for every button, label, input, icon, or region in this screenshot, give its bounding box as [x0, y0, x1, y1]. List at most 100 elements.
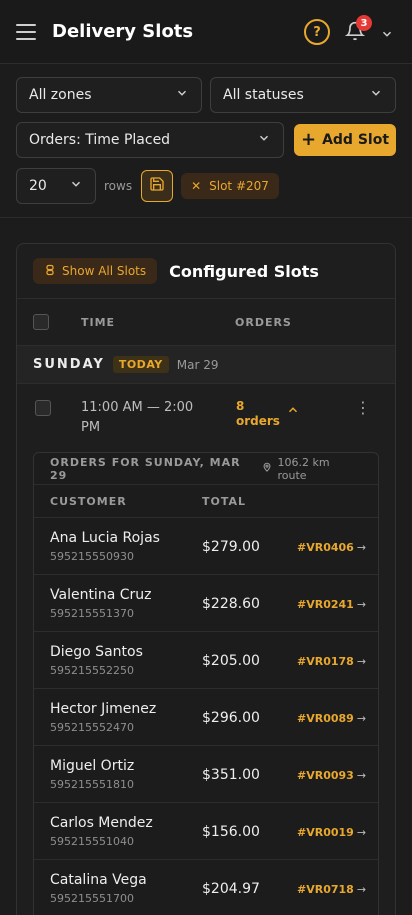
customer-phone: 595215551370: [50, 607, 134, 620]
rows-label: rows: [104, 179, 133, 193]
order-total: $296.00: [202, 710, 260, 726]
add-slot-button[interactable]: + Add Slot: [294, 124, 396, 156]
order-total: $228.60: [202, 596, 260, 612]
orders-panel: ORDERS FOR SUNDAY, MAR 29 106.2 km route…: [33, 452, 379, 915]
customer-name: Carlos Mendez: [50, 815, 153, 831]
order-link[interactable]: #VR0406 →: [297, 541, 366, 554]
orders-table-header: CUSTOMER TOTAL: [34, 485, 378, 518]
slot-filter-chip-label: Slot #207: [209, 179, 269, 193]
order-total: $205.00: [202, 653, 260, 669]
table-row: Carlos Mendez 595215551040 $156.00 #VR00…: [34, 803, 378, 860]
order-link[interactable]: #VR0089 →: [297, 712, 366, 725]
today-badge: TODAY: [112, 356, 169, 373]
day-group-header: SUNDAY TODAY Mar 29: [17, 346, 395, 384]
table-row: Ana Lucia Rojas 595215550930 $279.00 #VR…: [34, 518, 378, 575]
arrow-right-icon: →: [356, 655, 367, 668]
customer-phone: 595215551040: [50, 835, 134, 848]
arrow-right-icon: →: [356, 598, 367, 611]
arrow-right-icon: →: [356, 826, 367, 839]
order-id: #VR0178: [297, 655, 354, 668]
configured-slots-card: Show All Slots Configured Slots TIME ORD…: [16, 243, 396, 915]
slot-time: 11:00 AM — 2:00 PM: [81, 400, 194, 435]
order-link[interactable]: #VR0178 →: [297, 655, 366, 668]
notifications-button[interactable]: 3: [345, 15, 372, 43]
day-name: SUNDAY: [33, 357, 105, 372]
order-id: #VR0089: [297, 712, 354, 725]
zone-select-value: All zones: [29, 87, 92, 103]
order-id: #VR0718: [297, 883, 354, 896]
slot-filter-chip[interactable]: ✕ Slot #207: [181, 173, 279, 199]
customer-name: Valentina Cruz: [50, 587, 152, 603]
order-total: $156.00: [202, 824, 260, 840]
chevron-up-icon[interactable]: [286, 402, 300, 421]
save-icon: [149, 176, 165, 196]
page-title: Delivery Slots: [52, 21, 194, 42]
order-link[interactable]: #VR0093 →: [297, 769, 366, 782]
help-icon[interactable]: ?: [304, 19, 330, 45]
more-vertical-icon[interactable]: ⋮: [355, 398, 371, 417]
column-total: TOTAL: [202, 494, 247, 508]
customer-name: Catalina Vega: [50, 872, 147, 888]
order-id: #VR0019: [297, 826, 354, 839]
customer-name: Hector Jimenez: [50, 701, 157, 717]
customer-phone: 595215552250: [50, 664, 134, 677]
card-title: Configured Slots: [169, 261, 319, 281]
order-total: $204.97: [202, 881, 260, 897]
chevron-down-icon: [69, 177, 83, 195]
table-row: Catalina Vega 595215551700 $204.97 #VR07…: [34, 860, 378, 915]
zone-select[interactable]: All zones: [16, 77, 202, 113]
chevron-down-icon: [175, 86, 189, 104]
save-button[interactable]: [141, 170, 174, 202]
order-link[interactable]: #VR0019 →: [297, 826, 366, 839]
order-id: #VR0241: [297, 598, 354, 611]
customer-phone: 595215550930: [50, 550, 134, 563]
status-select[interactable]: All statuses: [210, 77, 396, 113]
customer-name: Diego Santos: [50, 644, 143, 660]
chevron-down-icon[interactable]: [380, 26, 394, 45]
chevron-down-icon: [257, 131, 271, 149]
add-slot-label: Add Slot: [322, 132, 390, 148]
day-date: Mar 29: [176, 357, 219, 372]
sort-select-value: Orders: Time Placed: [29, 132, 171, 148]
customer-phone: 595215552470: [50, 721, 134, 734]
order-id: #VR0093: [297, 769, 354, 782]
order-link[interactable]: #VR0241 →: [297, 598, 366, 611]
route-distance-label: 106.2 km route: [277, 455, 330, 482]
customer-phone: 595215551810: [50, 778, 134, 791]
order-total: $279.00: [202, 539, 260, 555]
customer-name: Ana Lucia Rojas: [50, 530, 160, 546]
show-all-slots-button[interactable]: Show All Slots: [33, 258, 158, 284]
chevron-down-icon: [369, 86, 383, 104]
notification-badge: 3: [356, 15, 372, 31]
filter-bar: All zones All statuses Orders: Time Plac…: [0, 64, 412, 218]
table-row: Hector Jimenez 595215552470 $296.00 #VR0…: [34, 689, 378, 746]
status-select-value: All statuses: [223, 87, 304, 103]
rows-per-page-select[interactable]: 20: [16, 168, 96, 204]
column-customer: CUSTOMER: [50, 494, 127, 508]
slots-icon: [44, 264, 56, 279]
table-row: Diego Santos 595215552250 $205.00 #VR017…: [34, 632, 378, 689]
slot-checkbox[interactable]: [35, 400, 51, 416]
table-header: TIME ORDERS: [17, 298, 395, 346]
column-orders[interactable]: ORDERS: [235, 316, 292, 329]
slot-row: 11:00 AM — 2:00 PM 8 orders ⋮: [17, 384, 395, 452]
column-time[interactable]: TIME: [81, 316, 115, 329]
arrow-right-icon: →: [356, 541, 367, 554]
order-id: #VR0406: [297, 541, 354, 554]
route-distance[interactable]: 106.2 km route: [262, 456, 362, 482]
sort-select[interactable]: Orders: Time Placed: [16, 122, 284, 158]
arrow-right-icon: →: [356, 712, 367, 725]
order-total: $351.00: [202, 767, 260, 783]
plus-icon: +: [300, 129, 317, 150]
order-link[interactable]: #VR0718 →: [297, 883, 366, 896]
slot-orders-word: orders: [236, 414, 280, 428]
table-row: Miguel Ortiz 595215551810 $351.00 #VR009…: [34, 746, 378, 803]
slot-orders-count[interactable]: 8 orders: [236, 399, 280, 429]
close-icon[interactable]: ✕: [191, 179, 201, 193]
location-pin-icon: [262, 462, 272, 475]
app-header: Delivery Slots ? 3: [0, 0, 412, 64]
select-all-checkbox[interactable]: [33, 314, 49, 330]
slot-orders-number: 8: [236, 399, 245, 413]
show-all-slots-label: Show All Slots: [62, 264, 147, 278]
menu-icon[interactable]: [16, 23, 36, 40]
